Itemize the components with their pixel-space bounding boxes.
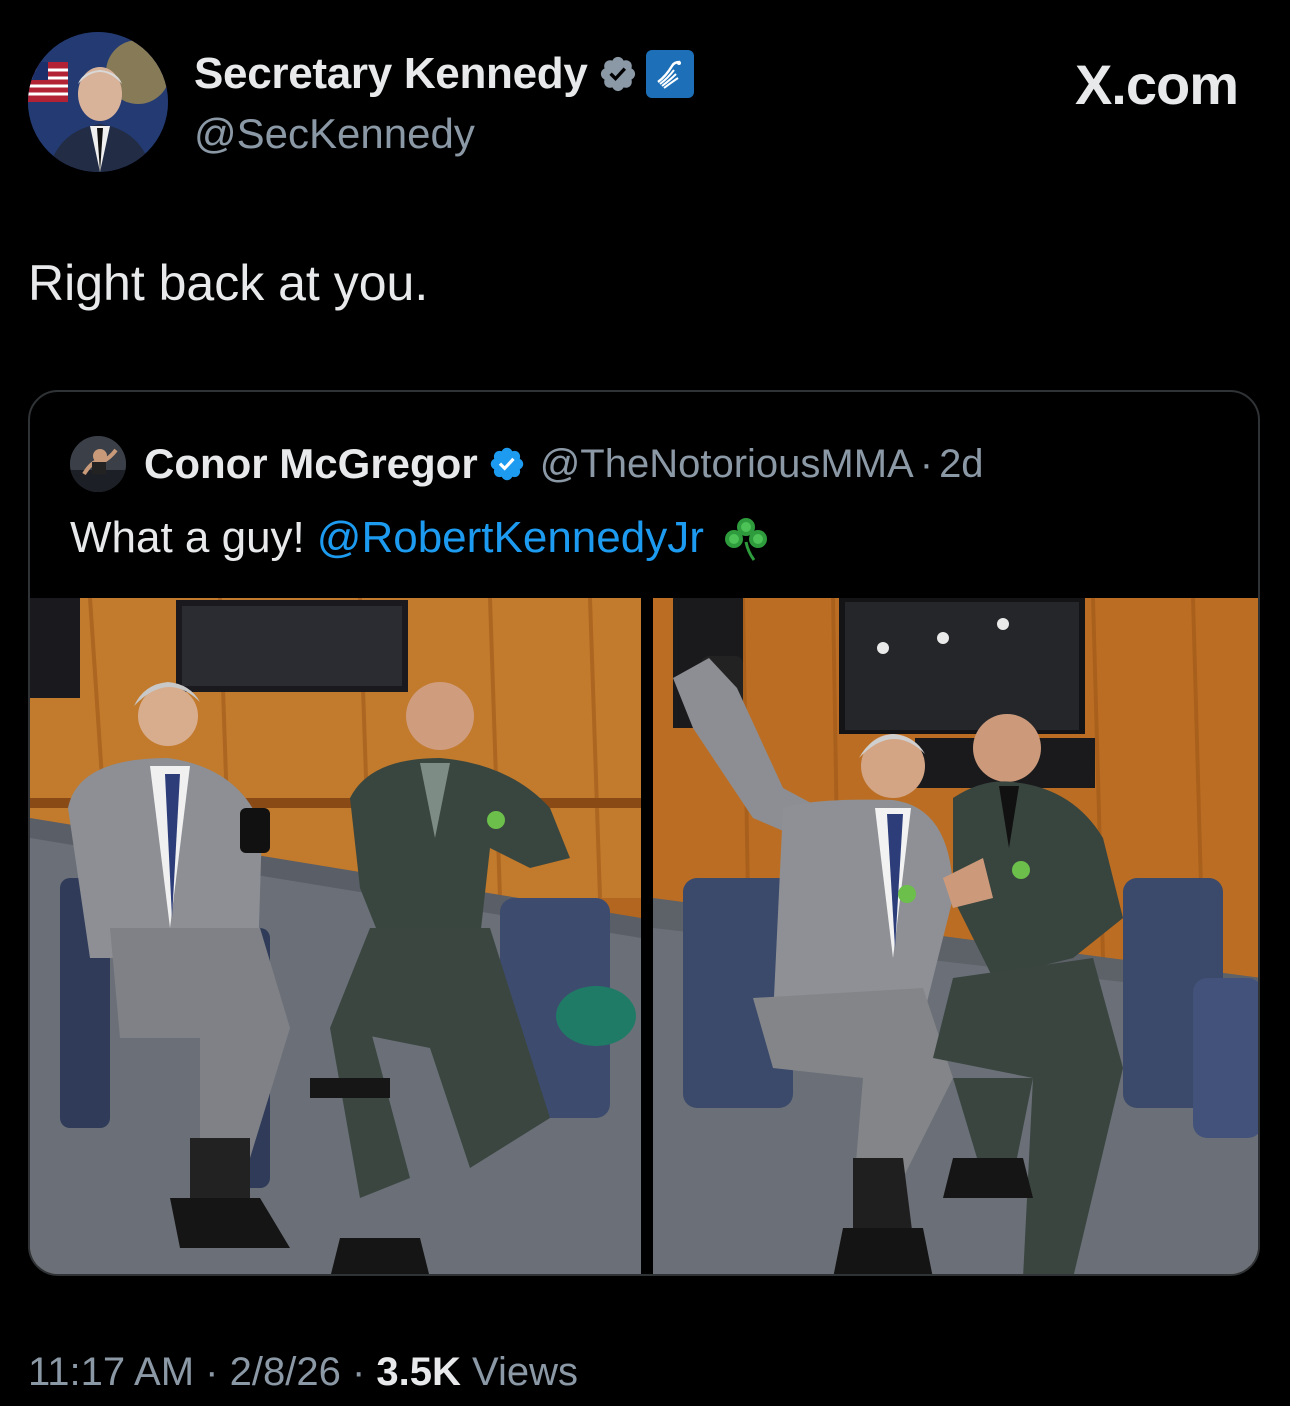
tweet-metadata: 11:17 AM · 2/8/26 · 3.5K Views: [28, 1350, 578, 1395]
photo-grid: [30, 598, 1258, 1274]
separator-dot: ·: [919, 441, 934, 486]
quoted-author-avatar[interactable]: [70, 436, 126, 492]
photo-divider: [641, 598, 653, 1274]
quoted-tweet-card[interactable]: Conor McGregor @TheNotoriousMMA · 2d Wha…: [28, 390, 1260, 1276]
quoted-tweet-header: Conor McGregor @TheNotoriousMMA · 2d: [70, 436, 984, 492]
photo-selfie-image: [653, 598, 1258, 1274]
separator-dot: ·: [205, 1350, 219, 1394]
photo-seated-conversation-image: [30, 598, 641, 1274]
author-avatar[interactable]: [28, 32, 168, 172]
quoted-text-prefix: What a guy!: [70, 513, 305, 562]
tweet-text: Right back at you.: [28, 255, 429, 311]
verified-badge-icon: [600, 56, 635, 92]
separator-dot: ·: [351, 1350, 366, 1394]
quoted-display-name[interactable]: Conor McGregor: [144, 440, 478, 488]
display-name[interactable]: Secretary Kennedy: [194, 49, 588, 99]
author-avatar-image: [28, 32, 168, 172]
quoted-handle[interactable]: @TheNotoriousMMA: [540, 442, 914, 487]
quoted-tweet-age[interactable]: 2d: [939, 442, 984, 487]
quoted-author-avatar-image: [70, 436, 126, 492]
photo-selfie[interactable]: [653, 598, 1258, 1274]
quoted-verified-badge-icon: [490, 447, 523, 481]
photo-seated-conversation[interactable]: [30, 598, 641, 1274]
views-count[interactable]: 3.5K: [376, 1350, 461, 1394]
views-label: Views: [472, 1350, 579, 1394]
mention-link[interactable]: @RobertKennedyJr: [317, 513, 704, 563]
quoted-tweet-text: What a guy! @RobertKennedyJr: [70, 512, 772, 564]
hhs-eagle-icon: [645, 50, 694, 98]
shamrock-icon: [724, 518, 767, 561]
author-handle[interactable]: @SecKennedy: [194, 110, 475, 158]
tweet-header: Secretary Kennedy @SecKennedy X.com: [28, 32, 1262, 172]
site-logo: X.com: [1074, 53, 1239, 116]
tweet-time[interactable]: 11:17 AM: [28, 1350, 194, 1394]
name-row: Secretary Kennedy: [194, 46, 694, 102]
tweet-date[interactable]: 2/8/26: [230, 1350, 341, 1394]
